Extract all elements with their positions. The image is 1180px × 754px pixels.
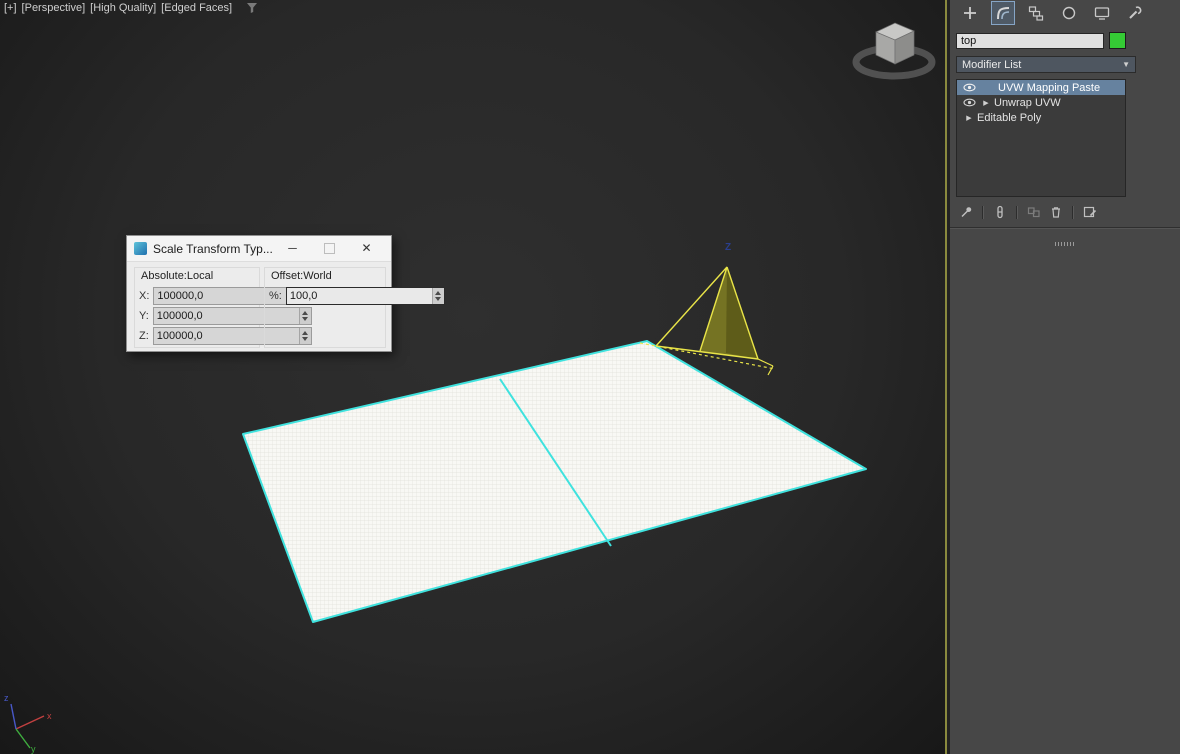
modifier-label: Unwrap UVW xyxy=(994,96,1061,109)
percent-spinner[interactable] xyxy=(431,287,444,304)
remove-modifier-button[interactable] xyxy=(1047,204,1065,220)
modifier-row-editable-poly[interactable]: ▶ Editable Poly xyxy=(957,110,1125,125)
show-end-result-button[interactable] xyxy=(991,204,1009,220)
absolute-local-group: Absolute:Local X: Y: Z: xyxy=(134,267,313,348)
percent-label: %: xyxy=(269,289,282,302)
dialog-title: Scale Transform Typ... xyxy=(153,241,273,256)
gizmo-z-axis-label: Z xyxy=(725,242,731,253)
expand-arrow-icon[interactable]: ▶ xyxy=(963,114,975,122)
modifier-label: Editable Poly xyxy=(977,111,1042,124)
plane-object[interactable] xyxy=(242,340,867,623)
command-panel-tabs xyxy=(950,0,1180,26)
motion-tab[interactable] xyxy=(1057,1,1081,25)
command-panel: Modifier List ▼ UVW Mapping Paste ▶ Unwr… xyxy=(950,0,1180,754)
make-unique-icon xyxy=(1027,207,1040,218)
x-label: X: xyxy=(139,289,150,302)
motion-icon xyxy=(1062,6,1076,20)
axis-tripod-icon: x y z xyxy=(4,693,52,754)
maximize-icon xyxy=(324,243,335,255)
selection-filter-icon[interactable] xyxy=(246,2,258,14)
hierarchy-tab[interactable] xyxy=(1024,1,1048,25)
trash-icon xyxy=(1052,207,1060,218)
dialog-titlebar[interactable]: Scale Transform Typ... ─ ✕ xyxy=(127,236,391,262)
viewcube[interactable] xyxy=(850,10,940,90)
viewport-shading-menu[interactable]: [Edged Faces] xyxy=(161,2,232,14)
display-tab[interactable] xyxy=(1090,1,1114,25)
object-name-input[interactable] xyxy=(956,32,1104,49)
offset-world-group: Offset:World %: xyxy=(264,267,445,348)
3dsmax-app: [+] [Perspective] [High Quality] [Edged … xyxy=(0,0,1180,754)
show-end-result-icon xyxy=(997,205,1003,219)
make-unique-button[interactable] xyxy=(1025,204,1043,220)
create-plus-icon xyxy=(964,7,976,19)
tripod-z-label: z xyxy=(4,693,9,703)
rollout-drag-handle[interactable] xyxy=(1055,242,1075,246)
percent-spinner-field[interactable] xyxy=(285,286,445,305)
modifier-list-label: Modifier List xyxy=(962,58,1022,71)
hierarchy-icon xyxy=(1028,6,1044,21)
y-label: Y: xyxy=(139,309,149,322)
toolbar-separator xyxy=(982,205,984,219)
tripod-y-label: y xyxy=(31,744,36,754)
modifier-list-dropdown[interactable]: Modifier List ▼ xyxy=(956,56,1136,73)
modifier-row-unwrap-uvw[interactable]: ▶ Unwrap UVW xyxy=(957,95,1125,110)
perspective-viewport[interactable]: [+] [Perspective] [High Quality] [Edged … xyxy=(0,0,945,754)
viewport-label-bar: [+] [Perspective] [High Quality] [Edged … xyxy=(4,2,258,14)
display-monitor-icon xyxy=(1094,7,1110,20)
maximize-button[interactable] xyxy=(311,236,348,261)
scale-dialog-icon xyxy=(134,242,147,255)
pin-stack-button[interactable] xyxy=(957,204,975,220)
expand-arrow-icon[interactable]: ▶ xyxy=(980,99,992,107)
modifier-row-uvw-mapping-paste[interactable]: UVW Mapping Paste xyxy=(957,80,1125,95)
minimize-button[interactable]: ─ xyxy=(274,236,311,261)
scale-transform-dialog: Scale Transform Typ... ─ ✕ Absolute:Loca… xyxy=(126,235,445,352)
visibility-eye-icon[interactable] xyxy=(963,98,976,107)
toolbar-separator xyxy=(1016,205,1018,219)
pin-icon xyxy=(961,207,972,217)
configure-sets-icon xyxy=(1083,206,1097,218)
visibility-eye-icon[interactable] xyxy=(963,83,976,92)
toolbar-separator xyxy=(1072,205,1074,219)
utilities-tab[interactable] xyxy=(1123,1,1147,25)
modify-tab[interactable] xyxy=(991,1,1015,25)
offset-world-label: Offset:World xyxy=(271,270,332,282)
create-tab[interactable] xyxy=(958,1,982,25)
z-label: Z: xyxy=(139,329,149,342)
viewport-general-menu[interactable]: [+] xyxy=(4,2,17,14)
wrench-icon xyxy=(1129,6,1142,19)
modifier-label: UVW Mapping Paste xyxy=(998,81,1101,94)
configure-modifier-sets-button[interactable] xyxy=(1081,204,1099,220)
percent-value-input[interactable] xyxy=(286,287,432,304)
absolute-local-label: Absolute:Local xyxy=(141,270,214,282)
panel-divider xyxy=(950,227,1180,229)
viewport-quality-menu[interactable]: [High Quality] xyxy=(90,2,156,14)
tripod-x-label: x xyxy=(47,711,52,721)
viewport-pov-menu[interactable]: [Perspective] xyxy=(22,2,86,14)
modifier-stack[interactable]: UVW Mapping Paste ▶ Unwrap UVW ▶ Editabl… xyxy=(956,79,1126,197)
object-color-swatch[interactable] xyxy=(1109,32,1126,49)
modifier-stack-toolbar xyxy=(957,204,1125,220)
plane-wireframe xyxy=(243,341,866,622)
chevron-down-icon: ▼ xyxy=(1122,60,1130,69)
dialog-body: Absolute:Local X: Y: Z: xyxy=(127,262,445,350)
scene-canvas[interactable]: Z x y z xyxy=(0,0,945,754)
object-name-row xyxy=(950,26,1180,52)
close-button[interactable]: ✕ xyxy=(348,236,385,261)
modify-icon xyxy=(997,7,1010,20)
